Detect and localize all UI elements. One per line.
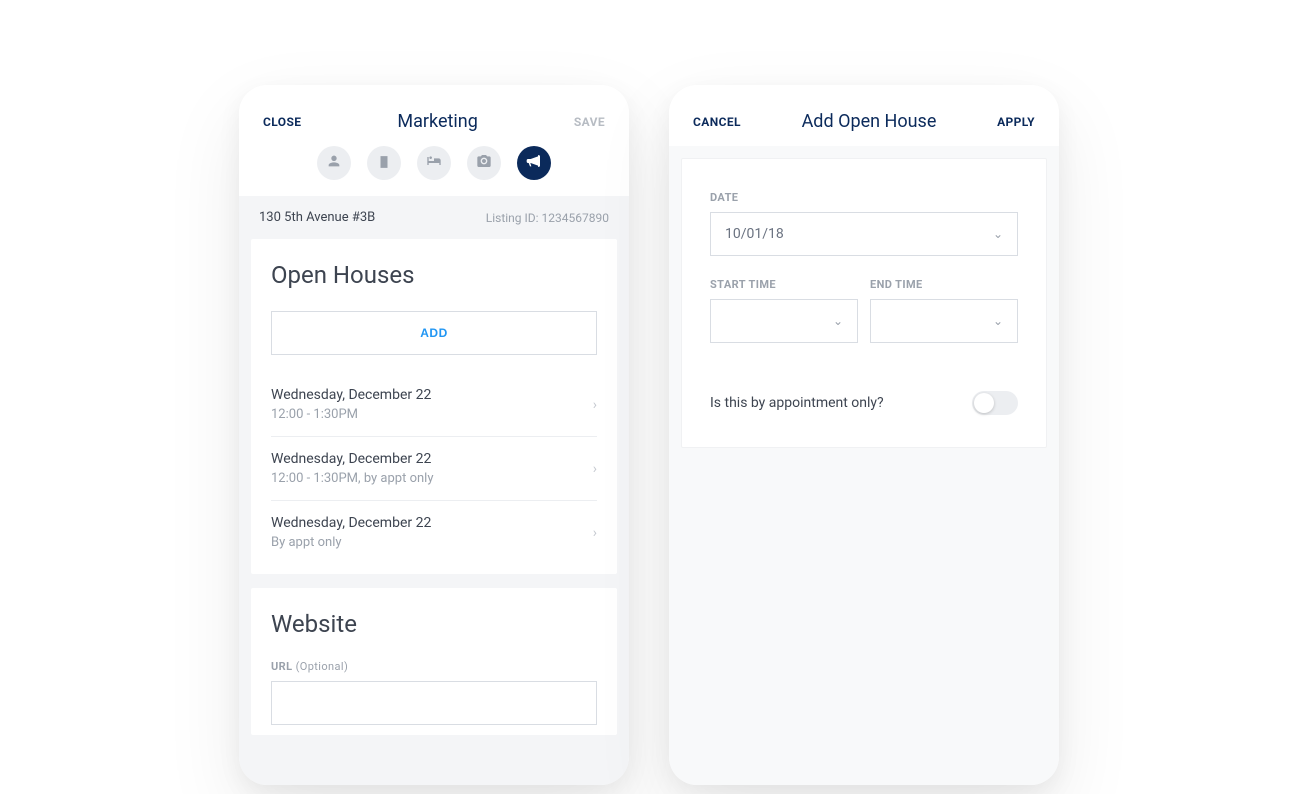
listing-address: 130 5th Avenue #3B bbox=[259, 210, 375, 225]
header: CLOSE Marketing SAVE bbox=[239, 85, 629, 146]
close-button[interactable]: CLOSE bbox=[263, 115, 301, 129]
save-button[interactable]: SAVE bbox=[574, 115, 605, 129]
open-house-date: Wednesday, December 22 bbox=[271, 387, 593, 403]
person-icon bbox=[326, 153, 342, 173]
form-body: DATE 10/01/18 ⌄ START TIME ⌄ bbox=[669, 146, 1059, 785]
listing-subheader: 130 5th Avenue #3B Listing ID: 123456789… bbox=[239, 196, 629, 239]
date-select[interactable]: 10/01/18 ⌄ bbox=[710, 212, 1018, 256]
chevron-down-icon: ⌄ bbox=[993, 227, 1003, 241]
tab-camera[interactable] bbox=[467, 146, 501, 180]
date-label: DATE bbox=[710, 191, 1018, 204]
section-tabs bbox=[239, 146, 629, 196]
open-house-row[interactable]: Wednesday, December 22 12:00 - 1:30PM, b… bbox=[271, 436, 597, 500]
date-value: 10/01/18 bbox=[725, 226, 784, 242]
start-time-label: START TIME bbox=[710, 278, 858, 291]
toggle-knob bbox=[974, 393, 994, 413]
page-title: Marketing bbox=[397, 111, 477, 132]
open-house-time: 12:00 - 1:30PM, by appt only bbox=[271, 471, 593, 486]
open-house-date: Wednesday, December 22 bbox=[271, 451, 593, 467]
url-input[interactable] bbox=[271, 681, 597, 725]
open-house-row[interactable]: Wednesday, December 22 By appt only › bbox=[271, 500, 597, 564]
add-open-house-button[interactable]: ADD bbox=[271, 311, 597, 355]
camera-icon bbox=[476, 153, 492, 173]
end-time-label: END TIME bbox=[870, 278, 1018, 291]
open-house-time: By appt only bbox=[271, 535, 593, 550]
apply-button[interactable]: APPLY bbox=[997, 115, 1035, 129]
content-area: Open Houses ADD Wednesday, December 22 1… bbox=[239, 239, 629, 785]
website-title: Website bbox=[271, 610, 597, 638]
url-label: URL (Optional) bbox=[271, 660, 597, 673]
appointment-toggle-row: Is this by appointment only? bbox=[710, 391, 1018, 415]
listing-id: Listing ID: 1234567890 bbox=[486, 211, 609, 225]
chevron-down-icon: ⌄ bbox=[993, 314, 1003, 328]
chevron-down-icon: ⌄ bbox=[833, 314, 843, 328]
website-card: Website URL (Optional) bbox=[251, 588, 617, 735]
tab-bed[interactable] bbox=[417, 146, 451, 180]
appointment-question: Is this by appointment only? bbox=[710, 395, 884, 411]
open-house-row[interactable]: Wednesday, December 22 12:00 - 1:30PM › bbox=[271, 373, 597, 436]
tab-marketing[interactable] bbox=[517, 146, 551, 180]
chevron-right-icon: › bbox=[593, 397, 597, 413]
open-house-form: DATE 10/01/18 ⌄ START TIME ⌄ bbox=[681, 158, 1047, 448]
tab-building[interactable] bbox=[367, 146, 401, 180]
open-house-date: Wednesday, December 22 bbox=[271, 515, 593, 531]
chevron-right-icon: › bbox=[593, 525, 597, 541]
page-title: Add Open House bbox=[802, 111, 937, 132]
tab-person[interactable] bbox=[317, 146, 351, 180]
start-time-select[interactable]: ⌄ bbox=[710, 299, 858, 343]
open-houses-title: Open Houses bbox=[271, 261, 597, 289]
open-house-time: 12:00 - 1:30PM bbox=[271, 407, 593, 422]
open-houses-card: Open Houses ADD Wednesday, December 22 1… bbox=[251, 239, 617, 574]
marketing-screen: CLOSE Marketing SAVE bbox=[239, 85, 629, 785]
end-time-select[interactable]: ⌄ bbox=[870, 299, 1018, 343]
megaphone-icon bbox=[526, 153, 542, 173]
cancel-button[interactable]: CANCEL bbox=[693, 115, 741, 129]
header: CANCEL Add Open House APPLY bbox=[669, 85, 1059, 146]
chevron-right-icon: › bbox=[593, 461, 597, 477]
appointment-toggle[interactable] bbox=[972, 391, 1018, 415]
building-icon bbox=[377, 154, 391, 173]
bed-icon bbox=[426, 153, 442, 173]
add-open-house-screen: CANCEL Add Open House APPLY DATE 10/01/1… bbox=[669, 85, 1059, 785]
